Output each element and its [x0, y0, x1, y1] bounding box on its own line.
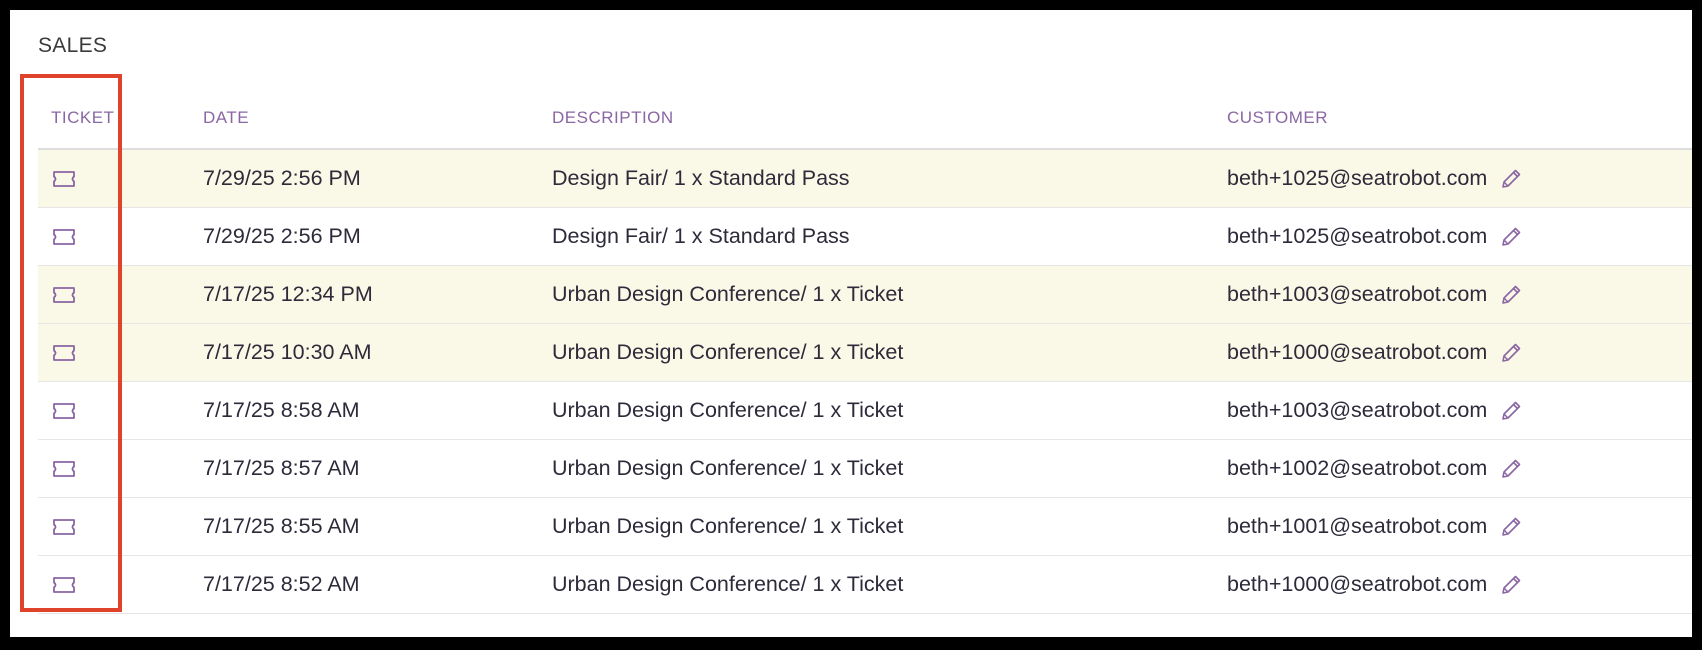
table-row[interactable]: 7/29/25 2:56 PM Design Fair/ 1 x Standar… [38, 149, 1692, 208]
customer-email: beth+1025@seatrobot.com [1227, 165, 1488, 190]
customer-cell: beth+1000@seatrobot.com [1214, 323, 1692, 382]
customer-cell: beth+1025@seatrobot.com [1214, 207, 1692, 266]
ticket-cell[interactable] [38, 207, 190, 266]
customer-cell: beth+1003@seatrobot.com [1214, 381, 1692, 440]
customer-cell: beth+1002@seatrobot.com [1214, 439, 1692, 498]
description-cell: Urban Design Conference/ 1 x Ticket [539, 381, 1214, 440]
table-header-row: TICKET DATE DESCRIPTION CUSTOMER [38, 88, 1692, 150]
table-row[interactable]: 7/17/25 8:52 AM Urban Design Conference/… [38, 555, 1692, 614]
pencil-icon[interactable] [1499, 515, 1523, 539]
description-cell: Design Fair/ 1 x Standard Pass [539, 149, 1214, 208]
sales-table: TICKET DATE DESCRIPTION CUSTOMER 7/29/25… [38, 88, 1692, 614]
table-row[interactable]: 7/17/25 8:55 AM Urban Design Conference/… [38, 497, 1692, 556]
ticket-icon[interactable] [51, 285, 77, 305]
pencil-icon[interactable] [1499, 167, 1523, 191]
ticket-cell[interactable] [38, 265, 190, 324]
pencil-icon[interactable] [1499, 341, 1523, 365]
date-cell: 7/17/25 8:55 AM [190, 497, 539, 556]
customer-email: beth+1001@seatrobot.com [1227, 513, 1488, 538]
ticket-cell[interactable] [38, 497, 190, 556]
date-cell: 7/17/25 8:57 AM [190, 439, 539, 498]
table-row[interactable]: 7/17/25 10:30 AM Urban Design Conference… [38, 323, 1692, 382]
column-header-description[interactable]: DESCRIPTION [539, 88, 1214, 150]
description-cell: Urban Design Conference/ 1 x Ticket [539, 555, 1214, 614]
ticket-cell[interactable] [38, 439, 190, 498]
pencil-icon[interactable] [1499, 457, 1523, 481]
pencil-icon[interactable] [1499, 399, 1523, 423]
description-cell: Urban Design Conference/ 1 x Ticket [539, 323, 1214, 382]
description-cell: Urban Design Conference/ 1 x Ticket [539, 265, 1214, 324]
date-cell: 7/17/25 10:30 AM [190, 323, 539, 382]
customer-email: beth+1002@seatrobot.com [1227, 455, 1488, 480]
table-row[interactable]: 7/29/25 2:56 PM Design Fair/ 1 x Standar… [38, 207, 1692, 266]
customer-email: beth+1003@seatrobot.com [1227, 281, 1488, 306]
table-row[interactable]: 7/17/25 8:58 AM Urban Design Conference/… [38, 381, 1692, 440]
ticket-cell[interactable] [38, 555, 190, 614]
customer-email: beth+1025@seatrobot.com [1227, 223, 1488, 248]
section-title: SALES [38, 34, 108, 57]
date-cell: 7/17/25 8:58 AM [190, 381, 539, 440]
description-cell: Urban Design Conference/ 1 x Ticket [539, 439, 1214, 498]
customer-cell: beth+1025@seatrobot.com [1214, 149, 1692, 208]
description-cell: Urban Design Conference/ 1 x Ticket [539, 497, 1214, 556]
ticket-icon[interactable] [51, 517, 77, 537]
ticket-cell[interactable] [38, 323, 190, 382]
ticket-icon[interactable] [51, 227, 77, 247]
column-header-customer[interactable]: CUSTOMER [1214, 88, 1692, 150]
customer-cell: beth+1001@seatrobot.com [1214, 497, 1692, 556]
date-cell: 7/17/25 8:52 AM [190, 555, 539, 614]
table-body: 7/29/25 2:56 PM Design Fair/ 1 x Standar… [38, 149, 1692, 614]
customer-email: beth+1003@seatrobot.com [1227, 397, 1488, 422]
pencil-icon[interactable] [1499, 283, 1523, 307]
customer-email: beth+1000@seatrobot.com [1227, 571, 1488, 596]
date-cell: 7/29/25 2:56 PM [190, 149, 539, 208]
ticket-icon[interactable] [51, 169, 77, 189]
table-row[interactable]: 7/17/25 12:34 PM Urban Design Conference… [38, 265, 1692, 324]
column-header-ticket[interactable]: TICKET [38, 88, 190, 150]
date-cell: 7/17/25 12:34 PM [190, 265, 539, 324]
pencil-icon[interactable] [1499, 573, 1523, 597]
customer-cell: beth+1000@seatrobot.com [1214, 555, 1692, 614]
description-cell: Design Fair/ 1 x Standard Pass [539, 207, 1214, 266]
customer-email: beth+1000@seatrobot.com [1227, 339, 1488, 364]
ticket-cell[interactable] [38, 149, 190, 208]
sales-panel: SALES TICKET DATE DESCRIPTION CUSTOMER 7… [10, 10, 1692, 637]
table-row[interactable]: 7/17/25 8:57 AM Urban Design Conference/… [38, 439, 1692, 498]
pencil-icon[interactable] [1499, 225, 1523, 249]
ticket-icon[interactable] [51, 459, 77, 479]
customer-cell: beth+1003@seatrobot.com [1214, 265, 1692, 324]
column-header-date[interactable]: DATE [190, 88, 539, 150]
date-cell: 7/29/25 2:56 PM [190, 207, 539, 266]
ticket-icon[interactable] [51, 575, 77, 595]
ticket-cell[interactable] [38, 381, 190, 440]
ticket-icon[interactable] [51, 343, 77, 363]
ticket-icon[interactable] [51, 401, 77, 421]
